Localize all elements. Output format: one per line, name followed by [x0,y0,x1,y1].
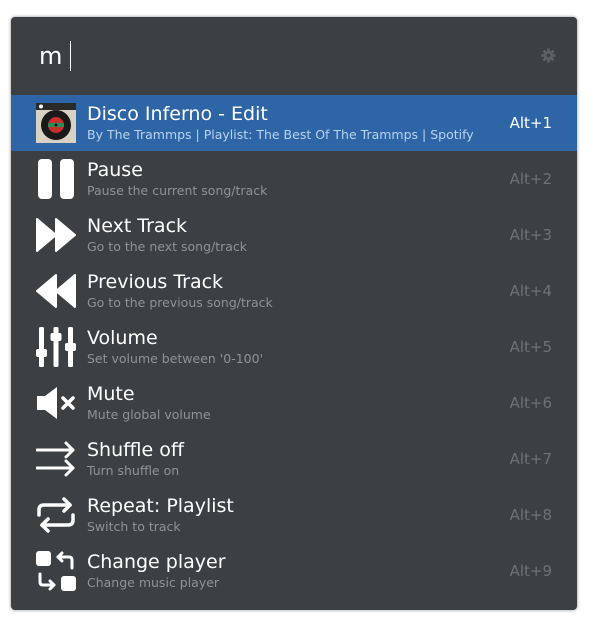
search-query: m [39,42,63,70]
result-item-next-track[interactable]: Next Track Go to the next song/track Alt… [11,207,577,263]
result-item-volume[interactable]: Volume Set volume between '0-100' Alt+5 [11,319,577,375]
result-subtitle: Switch to track [87,519,181,534]
result-shortcut: Alt+4 [509,282,552,300]
repeat-icon [37,497,75,533]
search-input[interactable]: m [39,39,72,73]
result-shortcut: Alt+6 [509,394,552,412]
gear-icon[interactable] [541,48,556,63]
previous-track-icon [36,274,76,308]
mute-icon [37,387,75,419]
result-subtitle: By The Trammps | Playlist: The Best Of T… [87,127,474,142]
text-caret [70,41,72,71]
result-shortcut: Alt+9 [509,562,552,580]
volume-sliders-icon [36,327,76,367]
result-subtitle: Change music player [87,575,220,590]
result-shortcut: Alt+1 [509,114,552,132]
result-title: Shuffle off [87,439,184,461]
results-list: Disco Inferno - Edit By The Trammps | Pl… [11,95,577,599]
result-item-shuffle[interactable]: Shuffle off Turn shuffle on Alt+7 [11,431,577,487]
result-title: Previous Track [87,271,224,293]
result-subtitle: Go to the next song/track [87,239,248,254]
result-shortcut: Alt+5 [509,338,552,356]
shuffle-off-icon [36,441,75,477]
result-subtitle: Set volume between '0-100' [87,351,264,366]
next-track-icon [36,218,76,252]
result-item-pause[interactable]: Pause Pause the current song/track Alt+2 [11,151,577,207]
result-title: Repeat: Playlist [87,495,234,517]
result-subtitle: Turn shuffle on [87,463,180,478]
change-player-icon [36,551,76,591]
result-title: Volume [87,327,158,349]
result-title: Change player [87,551,226,573]
result-subtitle: Mute global volume [87,407,211,422]
result-title: Disco Inferno - Edit [87,103,268,125]
result-shortcut: Alt+3 [509,226,552,244]
result-subtitle: Pause the current song/track [87,183,268,198]
result-subtitle: Go to the previous song/track [87,295,273,310]
result-item-previous-track[interactable]: Previous Track Go to the previous song/t… [11,263,577,319]
result-title: Next Track [87,215,188,237]
result-item-disco-inferno[interactable]: Disco Inferno - Edit By The Trammps | Pl… [11,95,577,151]
result-item-repeat[interactable]: Repeat: Playlist Switch to track Alt+8 [11,487,577,543]
result-shortcut: Alt+8 [509,506,552,524]
pause-icon [38,159,74,199]
result-shortcut: Alt+2 [509,170,552,188]
album-art-icon [36,103,76,143]
launcher-window: m Disco Inferno - Edit By The Trammps | … [11,17,577,610]
result-title: Pause [87,159,143,181]
search-bar: m [11,17,577,95]
result-item-change-player[interactable]: Change player Change music player Alt+9 [11,543,577,599]
result-title: Mute [87,383,135,405]
result-item-mute[interactable]: Mute Mute global volume Alt+6 [11,375,577,431]
result-shortcut: Alt+7 [509,450,552,468]
